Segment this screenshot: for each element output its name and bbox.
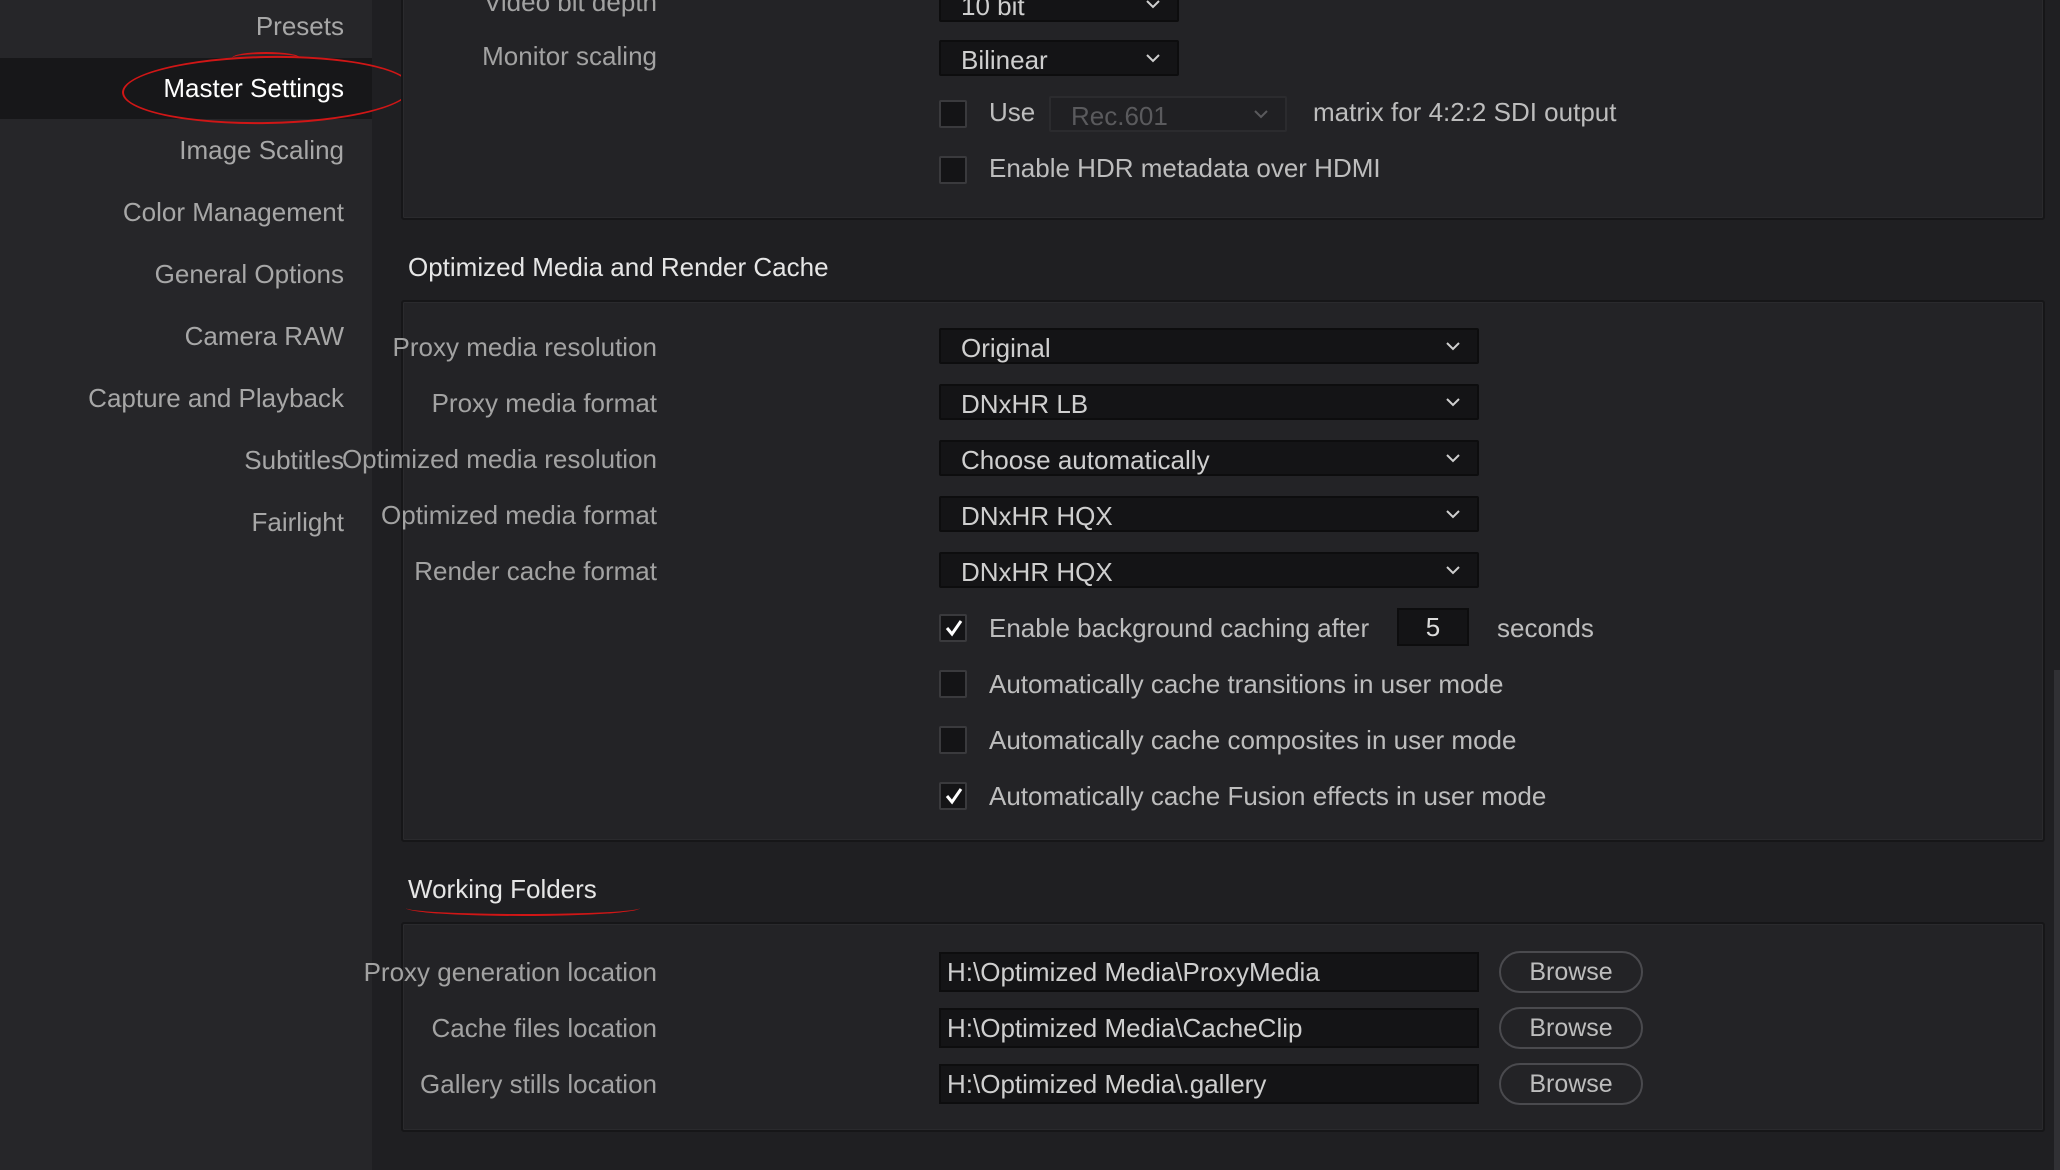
proxy-generation-location-input[interactable]: H:\Optimized Media\ProxyMedia — [939, 952, 1479, 992]
optimized-media-section-title: Optimized Media and Render Cache — [408, 252, 829, 282]
chevron-down-icon — [1146, 54, 1160, 63]
matrix-dropdown[interactable]: Rec.601 — [1049, 96, 1287, 132]
checkmark-icon — [945, 620, 963, 637]
settings-window: Presets Master Settings Image Scaling Co… — [0, 0, 2060, 1170]
matrix-value: Rec.601 — [1071, 101, 1168, 131]
use-matrix-checkbox[interactable] — [939, 100, 967, 128]
use-label: Use — [989, 97, 1036, 127]
red-circle-annotation-tail — [232, 52, 300, 64]
render-cache-format-value: DNxHR HQX — [961, 557, 1113, 587]
auto-cache-composites-checkbox[interactable] — [939, 726, 967, 754]
proxy-media-resolution-value: Original — [961, 333, 1051, 363]
auto-cache-fusion-label: Automatically cache Fusion effects in us… — [989, 781, 1547, 811]
proxy-generation-browse-button[interactable]: Browse — [1499, 951, 1643, 993]
cache-files-browse-button[interactable]: Browse — [1499, 1007, 1643, 1049]
red-underline-annotation — [406, 900, 640, 916]
gallery-stills-location-label: Gallery stills location — [420, 1069, 657, 1099]
auto-cache-transitions-label: Automatically cache transitions in user … — [989, 669, 1504, 699]
render-cache-format-dropdown[interactable]: DNxHR HQX — [939, 552, 1479, 588]
chevron-down-icon — [1446, 454, 1460, 463]
sidebar: Presets Master Settings Image Scaling Co… — [0, 0, 413, 1170]
proxy-media-format-dropdown[interactable]: DNxHR LB — [939, 384, 1479, 420]
scrollbar[interactable] — [2054, 670, 2060, 1170]
video-bit-depth-value: 10 bit — [961, 0, 1025, 21]
chevron-down-icon — [1254, 110, 1268, 119]
proxy-media-resolution-label: Proxy media resolution — [392, 332, 657, 362]
gallery-stills-browse-button[interactable]: Browse — [1499, 1063, 1643, 1105]
optimized-media-format-value: DNxHR HQX — [961, 501, 1113, 531]
optimized-media-panel: Proxy media resolution Original Proxy me… — [342, 300, 2045, 842]
auto-cache-transitions-checkbox[interactable] — [939, 670, 967, 698]
chevron-down-icon — [1446, 566, 1460, 575]
monitor-scaling-label: Monitor scaling — [482, 41, 657, 71]
chevron-down-icon — [1446, 398, 1460, 407]
sidebar-item-general-options[interactable]: General Options — [155, 244, 344, 304]
cache-files-location-input[interactable]: H:\Optimized Media\CacheClip — [939, 1008, 1479, 1048]
sidebar-item-capture-and-playback[interactable]: Capture and Playback — [88, 368, 344, 428]
auto-cache-composites-label: Automatically cache composites in user m… — [989, 725, 1517, 755]
chevron-down-icon — [1446, 342, 1460, 351]
hdr-metadata-label: Enable HDR metadata over HDMI — [989, 153, 1381, 183]
render-cache-format-label: Render cache format — [414, 556, 657, 586]
optimized-media-resolution-dropdown[interactable]: Choose automatically — [939, 440, 1479, 476]
proxy-media-format-label: Proxy media format — [431, 388, 657, 418]
video-bit-depth-label: Video bit depth — [484, 0, 657, 17]
auto-cache-fusion-checkbox[interactable] — [939, 782, 967, 810]
cache-files-location-label: Cache files location — [431, 1013, 657, 1043]
settings-content: Video bit depth 10 bit Monitor scaling B… — [342, 0, 2060, 1170]
sidebar-item-color-management[interactable]: Color Management — [123, 182, 344, 242]
working-folders-panel: Proxy generation location H:\Optimized M… — [364, 922, 2045, 1132]
sidebar-item-subtitles[interactable]: Subtitles — [244, 430, 344, 490]
proxy-media-resolution-dropdown[interactable]: Original — [939, 328, 1479, 364]
proxy-media-format-value: DNxHR LB — [961, 389, 1089, 419]
matrix-suffix-label: matrix for 4:2:2 SDI output — [1313, 97, 1617, 127]
sidebar-item-camera-raw[interactable]: Camera RAW — [185, 306, 344, 366]
chevron-down-icon — [1446, 510, 1460, 519]
chevron-down-icon — [1146, 0, 1160, 9]
checkmark-icon — [945, 788, 963, 805]
video-bit-depth-dropdown[interactable]: 10 bit — [939, 0, 1179, 22]
hdr-metadata-checkbox[interactable] — [939, 156, 967, 184]
optimized-media-resolution-label: Optimized media resolution — [341, 444, 657, 474]
background-caching-seconds-input[interactable]: 5 — [1397, 608, 1469, 646]
proxy-generation-location-label: Proxy generation location — [363, 957, 657, 987]
sidebar-item-image-scaling[interactable]: Image Scaling — [179, 120, 344, 180]
sidebar-item-fairlight[interactable]: Fairlight — [252, 492, 344, 552]
sidebar-item-presets[interactable]: Presets — [256, 0, 344, 56]
optimized-media-resolution-value: Choose automatically — [961, 445, 1210, 475]
monitor-scaling-value: Bilinear — [961, 45, 1048, 75]
gallery-stills-location-input[interactable]: H:\Optimized Media\.gallery — [939, 1064, 1479, 1104]
background-caching-label: Enable background caching after — [989, 613, 1370, 643]
background-caching-checkbox[interactable] — [939, 614, 967, 642]
optimized-media-format-dropdown[interactable]: DNxHR HQX — [939, 496, 1479, 532]
seconds-label: seconds — [1497, 613, 1594, 643]
optimized-media-format-label: Optimized media format — [381, 500, 657, 530]
video-monitoring-panel: Video bit depth 10 bit Monitor scaling B… — [401, 0, 2045, 220]
monitor-scaling-dropdown[interactable]: Bilinear — [939, 40, 1179, 76]
